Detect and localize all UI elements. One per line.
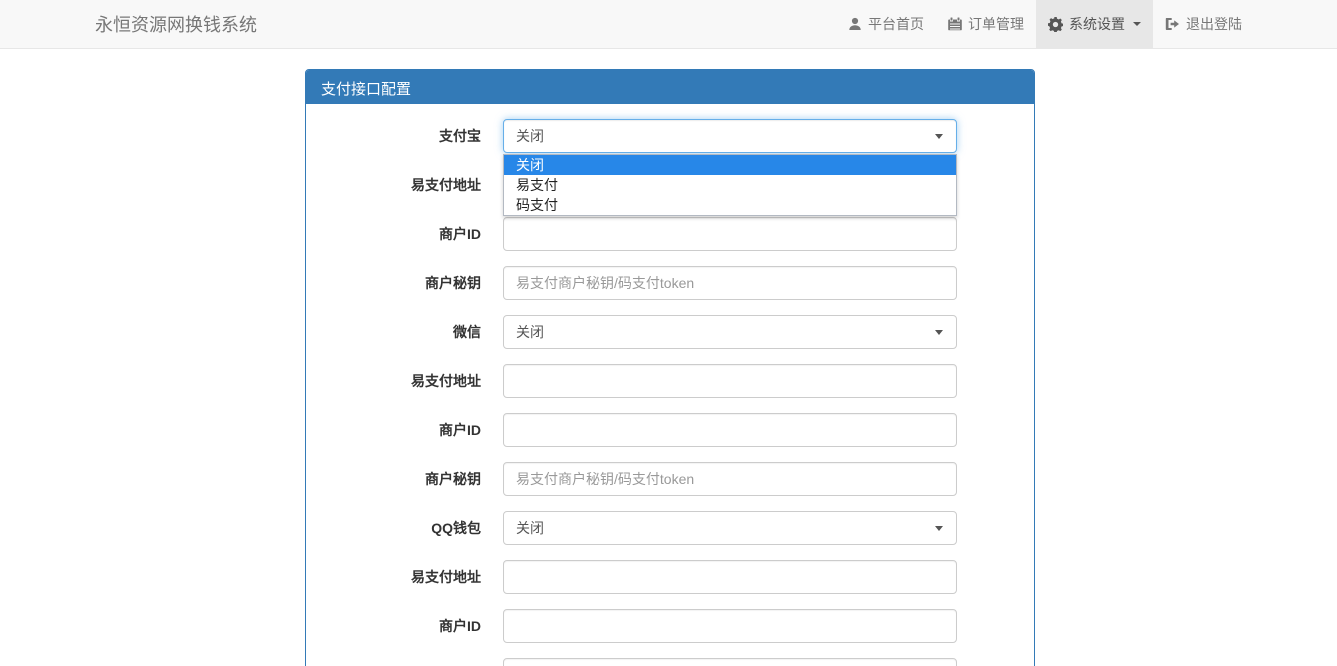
select-arrow-icon <box>935 134 943 139</box>
select-arrow-icon <box>935 330 943 335</box>
nav-menu: 平台首页 订单管理 系统设置 <box>836 0 1254 48</box>
text-input[interactable] <box>503 609 957 643</box>
calendar-icon <box>948 17 962 31</box>
form-row: 支付宝 关闭 关闭易支付码支付 <box>321 119 1019 153</box>
text-input[interactable] <box>503 217 957 251</box>
field-control <box>503 560 957 594</box>
select-value: 关闭 <box>516 518 544 538</box>
sign-out-icon <box>1165 17 1180 31</box>
nav-item-label: 平台首页 <box>868 14 924 34</box>
field-control <box>503 658 957 666</box>
dropdown-option[interactable]: 易支付 <box>504 175 956 195</box>
field-label: 易支付地址 <box>321 371 481 391</box>
nav-item-label: 订单管理 <box>968 14 1024 34</box>
dropdown-option[interactable]: 码支付 <box>504 195 956 215</box>
user-icon <box>848 17 862 31</box>
select-dropdown: 关闭易支付码支付 <box>503 154 957 216</box>
field-control <box>503 364 957 398</box>
field-control <box>503 462 957 496</box>
nav-item-system-settings[interactable]: 系统设置 <box>1036 0 1153 48</box>
select-box[interactable]: 关闭 <box>503 315 957 349</box>
navbar: 永恒资源网换钱系统 平台首页 订单管理 <box>0 0 1337 49</box>
field-label: 支付宝 <box>321 126 481 146</box>
nav-item-order-management[interactable]: 订单管理 <box>936 0 1036 48</box>
panel-title: 支付接口配置 <box>306 70 1034 104</box>
text-input[interactable] <box>503 560 957 594</box>
nav-item-logout[interactable]: 退出登陆 <box>1153 0 1254 48</box>
form-row: 微信 关闭 <box>321 315 1019 349</box>
field-label: 商户ID <box>321 616 481 636</box>
select-value: 关闭 <box>516 322 544 342</box>
dropdown-option[interactable]: 关闭 <box>504 155 956 175</box>
main-content: 支付接口配置 支付宝 关闭 关闭易支付码支付 易支付地址 商户ID 商户秘钥 微… <box>0 69 1337 666</box>
payment-config-panel: 支付接口配置 支付宝 关闭 关闭易支付码支付 易支付地址 商户ID 商户秘钥 微… <box>305 69 1035 666</box>
field-label: QQ钱包 <box>321 518 481 538</box>
form-row: 易支付地址 <box>321 364 1019 398</box>
form-row: 商户ID <box>321 413 1019 447</box>
field-control <box>503 413 957 447</box>
field-label: 易支付地址 <box>321 175 481 195</box>
form-row: QQ钱包 关闭 <box>321 511 1019 545</box>
field-label: 商户ID <box>321 420 481 440</box>
nav-item-platform-home[interactable]: 平台首页 <box>836 0 936 48</box>
field-label: 商户秘钥 <box>321 469 481 489</box>
field-label: 商户ID <box>321 224 481 244</box>
field-control: 关闭 关闭易支付码支付 <box>503 119 957 153</box>
text-input[interactable] <box>503 364 957 398</box>
field-control: 关闭 <box>503 315 957 349</box>
field-control: 关闭 <box>503 511 957 545</box>
text-input[interactable] <box>503 266 957 300</box>
form-row: 商户ID <box>321 609 1019 643</box>
field-label: 易支付地址 <box>321 567 481 587</box>
form-row: 商户ID <box>321 217 1019 251</box>
chevron-down-icon <box>1133 22 1141 26</box>
nav-item-label: 系统设置 <box>1069 14 1125 34</box>
field-control <box>503 609 957 643</box>
form-row: 易支付地址 <box>321 560 1019 594</box>
text-input[interactable] <box>503 462 957 496</box>
select-arrow-icon <box>935 526 943 531</box>
brand[interactable]: 永恒资源网换钱系统 <box>95 0 257 48</box>
gear-icon <box>1048 17 1063 32</box>
form-row: 商户秘钥 <box>321 266 1019 300</box>
text-input[interactable] <box>503 658 957 666</box>
form-row: 商户秘钥 <box>321 658 1019 666</box>
select-box[interactable]: 关闭 <box>503 511 957 545</box>
select-box[interactable]: 关闭 <box>503 119 957 153</box>
select-value: 关闭 <box>516 126 544 146</box>
nav-item-label: 退出登陆 <box>1186 14 1242 34</box>
panel-body: 支付宝 关闭 关闭易支付码支付 易支付地址 商户ID 商户秘钥 微信 关闭 <box>306 104 1034 666</box>
text-input[interactable] <box>503 413 957 447</box>
field-label: 微信 <box>321 322 481 342</box>
field-label: 商户秘钥 <box>321 273 481 293</box>
field-control <box>503 217 957 251</box>
field-control <box>503 266 957 300</box>
form-row: 商户秘钥 <box>321 462 1019 496</box>
